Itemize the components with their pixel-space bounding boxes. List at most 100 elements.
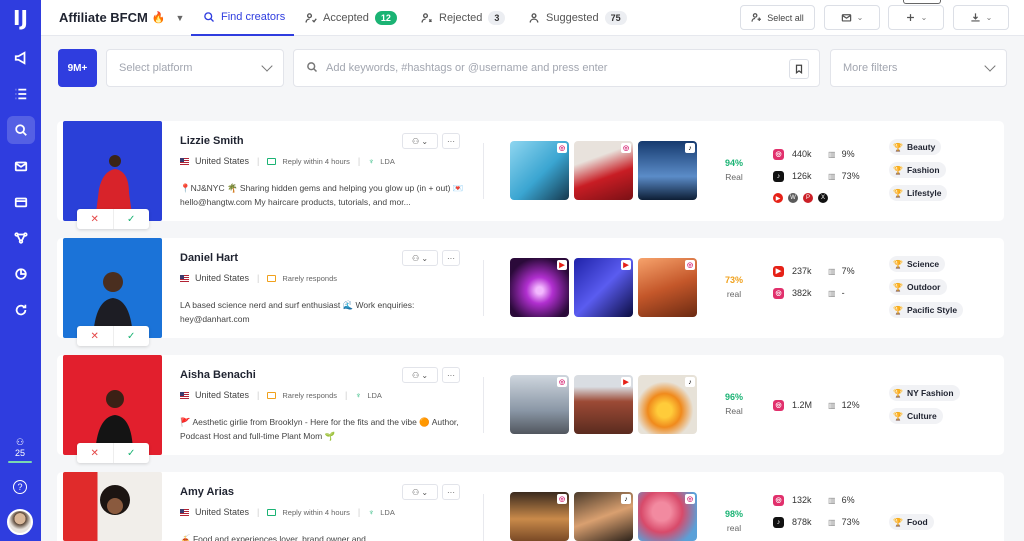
post-thumbnail[interactable]: ◎ [510, 375, 569, 434]
category-tag[interactable]: 🏆 Science [889, 256, 946, 272]
category-tag[interactable]: 🏆 Culture [889, 408, 943, 424]
credits-counter[interactable]: ⚇ 25 [8, 437, 32, 463]
search-input[interactable]: Add keywords, #hashtags or @username and… [293, 49, 820, 87]
creator-card[interactable]: Amy Arias United States | Reply within 4… [57, 472, 1004, 541]
creator-name[interactable]: Daniel Hart [180, 252, 238, 264]
creator-photo[interactable] [63, 472, 162, 541]
lda-icon: ♆ [355, 390, 362, 400]
app-logo[interactable]: IJ [0, 0, 41, 36]
audience-dropdown-button[interactable]: ⚇ ⌄ [402, 484, 438, 500]
accept-button[interactable]: ✓ [112, 326, 150, 346]
more-options-button[interactable]: ··· [442, 133, 460, 149]
instagram-icon: ◎ [557, 143, 567, 153]
platform-stats: ◎ 440k ▥ 9% ♪ 126k ▥ 73% ▶ W P X [773, 143, 872, 209]
more-filters-select[interactable]: More filters [830, 49, 1007, 87]
post-thumbnail[interactable]: ♪ [638, 141, 697, 200]
platform-stats: ◎ 132k ▥ 6% ♪ 878k ▥ 73% [773, 489, 872, 533]
trophy-icon: 🏆 [893, 165, 903, 175]
post-thumbnail[interactable]: ◎ [638, 258, 697, 317]
category-tag[interactable]: 🏆 Beauty [889, 139, 942, 155]
list-icon[interactable] [7, 80, 35, 108]
accept-button[interactable]: ✓ [112, 209, 150, 229]
creator-card[interactable]: ✕ ✓ Aisha Benachi United States | Rarely… [57, 355, 1004, 463]
bookmark-icon[interactable] [789, 59, 809, 79]
post-thumbnail[interactable]: ▶ [510, 258, 569, 317]
audience-dropdown-button[interactable]: ⚇ ⌄ [402, 367, 438, 383]
tab-label: Find creators [221, 11, 286, 23]
accept-button[interactable]: ✓ [112, 443, 150, 463]
more-options-button[interactable]: ··· [442, 367, 460, 383]
creator-card[interactable]: ✕ ✓ Lizzie Smith United States | Reply w… [57, 121, 1004, 229]
divider: | [257, 390, 260, 400]
creator-name[interactable]: Amy Arias [180, 486, 234, 498]
followers: 126k [792, 171, 812, 181]
category-tag[interactable]: 🏆 Pacific Style [889, 302, 964, 318]
category-tag[interactable]: 🏆 Lifestyle [889, 185, 948, 201]
mail-icon[interactable] [7, 152, 35, 180]
creator-photo[interactable] [63, 121, 162, 221]
help-icon[interactable]: ? [13, 480, 27, 494]
tag-label: NY Fashion [906, 388, 954, 398]
divider [483, 377, 484, 433]
creator-card[interactable]: ✕ ✓ Daniel Hart United States | Rarely r… [57, 238, 1004, 346]
post-thumbnail[interactable]: ◎ [574, 141, 633, 200]
card-icon[interactable] [7, 188, 35, 216]
category-tag[interactable]: 🏆 Food [889, 514, 934, 530]
download-dropdown-button[interactable]: ⌄ [953, 5, 1009, 30]
tag-label: Science [906, 259, 940, 269]
refresh-icon[interactable] [7, 296, 35, 324]
creator-country: United States [195, 507, 250, 517]
x-icon[interactable]: X [818, 193, 828, 203]
creator-photo[interactable] [63, 355, 162, 455]
more-options-button[interactable]: ··· [442, 484, 460, 500]
add-dropdown-button[interactable]: ⌄ [888, 5, 944, 30]
post-thumbnail[interactable]: ◎ [510, 492, 569, 541]
category-tag[interactable]: 🏆 Outdoor [889, 279, 947, 295]
youtube-icon[interactable]: ▶ [773, 193, 783, 203]
real-percentage: 73% [724, 275, 743, 285]
post-thumbnail[interactable]: ▶ [574, 258, 633, 317]
creator-photo[interactable] [63, 238, 162, 338]
reject-button[interactable]: ✕ [77, 209, 113, 229]
creator-name[interactable]: Aisha Benachi [180, 369, 256, 381]
pinterest-icon[interactable]: P [803, 193, 813, 203]
select-all-button[interactable]: Select all [740, 5, 815, 30]
category-tags: 🏆 Science 🏆 Outdoor 🏆 Pacific Style [889, 256, 964, 318]
tiktok-icon: ♪ [685, 143, 695, 153]
real-percentage: 98% [724, 509, 743, 519]
pie-icon[interactable] [7, 260, 35, 288]
suggested-count-badge: 75 [604, 11, 627, 25]
user-avatar[interactable] [7, 509, 33, 535]
category-tag[interactable]: 🏆 Fashion [889, 162, 946, 178]
reject-button[interactable]: ✕ [77, 443, 113, 463]
category-tag[interactable]: 🏆 NY Fashion [889, 385, 960, 401]
post-thumbnail[interactable]: ◎ [510, 141, 569, 200]
reject-button[interactable]: ✕ [77, 326, 113, 346]
creator-name[interactable]: Lizzie Smith [180, 135, 244, 147]
post-thumbnail[interactable]: ♪ [574, 492, 633, 541]
tab-rejected[interactable]: Rejected 3 [421, 0, 506, 36]
tab-find-creators[interactable]: Find creators [191, 0, 294, 36]
campaign-selector[interactable]: Affiliate BFCM 🔥 ▼ [59, 10, 184, 25]
audience-dropdown-button[interactable]: ⚇ ⌄ [402, 250, 438, 266]
user-plus-icon [751, 13, 762, 22]
more-options-button[interactable]: ··· [442, 250, 460, 266]
card-toolbar: ⚇ ⌄ ··· [402, 250, 460, 266]
post-thumbnail[interactable]: ▶ [574, 375, 633, 434]
search-icon[interactable] [6, 116, 35, 144]
audience-dropdown-button[interactable]: ⚇ ⌄ [402, 133, 438, 149]
post-thumbnail[interactable]: ◎ [638, 492, 697, 541]
platform-select[interactable]: Select platform [106, 49, 284, 87]
email-dropdown-button[interactable]: ⌄ [824, 5, 880, 30]
platform-stats: ◎ 1.2M ▥ 12% [773, 394, 872, 416]
search-icon [204, 12, 214, 22]
followers-filter-button[interactable]: 9M+ [58, 49, 97, 87]
wordpress-icon[interactable]: W [788, 193, 798, 203]
megaphone-icon[interactable] [7, 44, 35, 72]
tab-accepted[interactable]: Accepted 12 [305, 0, 397, 36]
divider: | [257, 273, 260, 283]
network-icon[interactable] [7, 224, 35, 252]
post-thumbnail[interactable]: ♪ [638, 375, 697, 434]
credits-value: 25 [14, 448, 25, 458]
tab-suggested[interactable]: Suggested 75 [528, 0, 627, 36]
